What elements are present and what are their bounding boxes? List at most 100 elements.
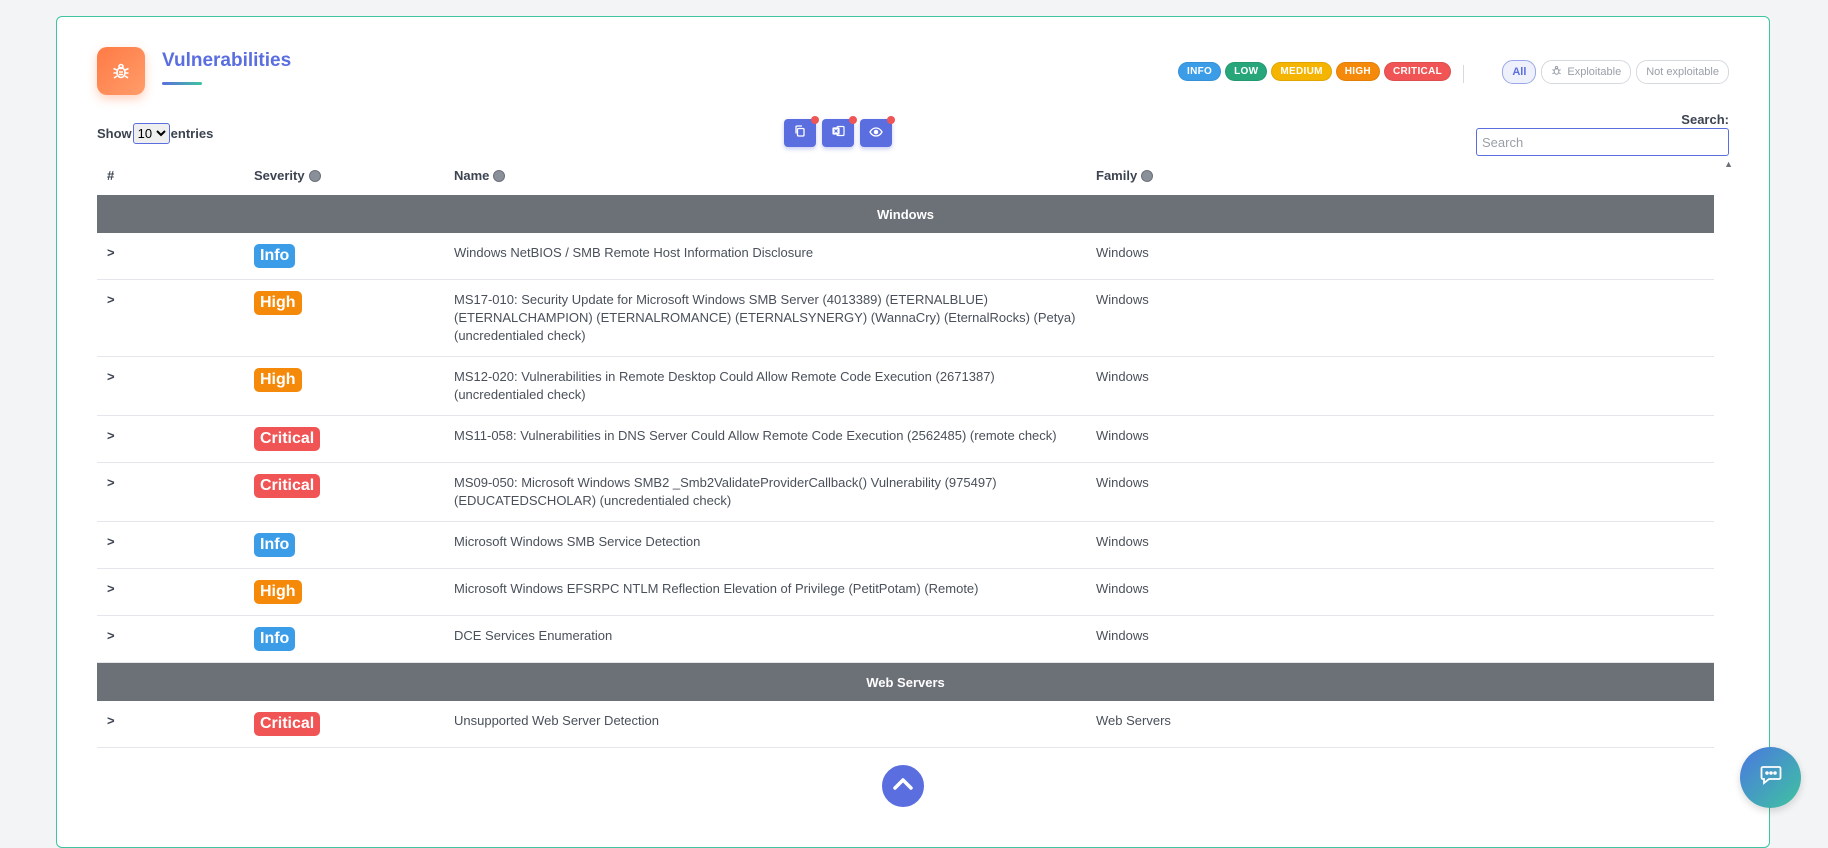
group-title: Windows [97,195,1714,233]
chat-icon [1760,765,1782,790]
eye-icon [869,124,883,142]
vulnerability-name: MS17-010: Security Update for Microsoft … [444,279,1086,357]
severity-badge: Info [254,627,296,651]
severity-badge: Info [254,244,296,268]
filter-all[interactable]: All [1502,60,1537,84]
chevron-right-icon[interactable]: > [107,713,115,728]
group-row-web-servers: Web Servers [97,662,1714,701]
table-row: > Critical Unsupported Web Server Detect… [97,701,1714,748]
column-index[interactable]: # [97,155,244,195]
excel-notification-dot [849,116,857,124]
help-icon[interactable] [308,170,321,183]
severity-badge: Info [254,533,296,557]
vulnerability-name: Unsupported Web Server Detection [444,701,1086,748]
chevron-right-icon[interactable]: > [107,245,115,260]
table-row: > High MS12-020: Vulnerabilities in Remo… [97,356,1714,416]
help-icon[interactable] [1141,170,1154,183]
group-row-windows: Windows [97,195,1714,233]
vulnerability-name: DCE Services Enumeration [444,615,1086,663]
column-severity-label: Severity [254,167,305,183]
vulnerability-family: Windows [1086,233,1714,280]
entries-label: entries [170,126,214,141]
vulnerability-family: Windows [1086,415,1714,463]
sort-up-icon[interactable]: ▲ [1724,159,1733,169]
exploit-filter-group: All Exploitable Not exploitable [1502,60,1729,84]
view-notification-dot [887,116,895,124]
filter-info[interactable]: INFO [1178,62,1222,81]
filter-low[interactable]: LOW [1225,62,1268,81]
search-label: Search: [1681,112,1729,127]
severity-badge: Critical [254,712,321,736]
filter-exploitable[interactable]: Exploitable [1541,60,1632,84]
severity-filter-group: INFO LOW MEDIUM HIGH CRITICAL [1178,62,1451,81]
chevron-up-icon [892,777,914,796]
filter-high[interactable]: HIGH [1335,62,1380,81]
chevron-right-icon[interactable]: > [107,475,115,490]
vulnerability-family: Windows [1086,279,1714,357]
chevron-right-icon[interactable]: > [107,628,115,643]
scroll-to-top-button[interactable] [879,762,927,810]
export-toolbar [784,116,895,147]
excel-icon [831,124,845,142]
bug-small-icon [1551,65,1562,79]
table-row: > Critical MS09-050: Microsoft Windows S… [97,462,1714,522]
page-title: Vulnerabilities [162,50,292,71]
column-family-label: Family [1096,167,1138,183]
table-row: > Info Microsoft Windows SMB Service Det… [97,521,1714,569]
chevron-right-icon[interactable]: > [107,581,115,596]
chevron-right-icon[interactable]: > [107,428,115,443]
vulnerability-name: Windows NetBIOS / SMB Remote Host Inform… [444,233,1086,280]
copy-button[interactable] [784,116,819,147]
vulnerability-name: MS09-050: Microsoft Windows SMB2 _Smb2Va… [444,462,1086,522]
title-underline [162,82,202,85]
vulnerability-family: Windows [1086,356,1714,416]
filter-divider [1463,65,1464,83]
table-row: > High MS17-010: Security Update for Mic… [97,279,1714,357]
vulnerability-family: Windows [1086,521,1714,569]
filter-critical[interactable]: CRITICAL [1383,62,1451,81]
group-title: Web Servers [97,662,1714,701]
search-input[interactable] [1476,128,1729,156]
copy-icon [794,124,806,142]
column-family[interactable]: Family [1086,155,1714,195]
vulnerability-name: Microsoft Windows EFSRPC NTLM Reflection… [444,568,1086,616]
chevron-right-icon[interactable]: > [107,369,115,384]
show-label: Show [97,126,132,141]
severity-badge: Critical [254,427,321,451]
severity-badge: Critical [254,474,321,498]
bug-icon [97,47,145,95]
chevron-right-icon[interactable]: > [107,534,115,549]
chat-button[interactable] [1740,747,1801,808]
excel-export-button[interactable] [822,116,857,147]
vulnerability-family: Windows [1086,615,1714,663]
vulnerabilities-card: Vulnerabilities INFO LOW MEDIUM HIGH CRI… [56,16,1770,848]
copy-notification-dot [811,116,819,124]
column-visibility-button[interactable] [860,116,895,147]
table-row: > Info Windows NetBIOS / SMB Remote Host… [97,233,1714,280]
help-icon[interactable] [493,170,506,183]
page-size-select[interactable]: 10 [132,123,170,144]
table-row: > High Microsoft Windows EFSRPC NTLM Ref… [97,568,1714,616]
vulnerability-name: MS11-058: Vulnerabilities in DNS Server … [444,415,1086,463]
table-row: > Critical MS11-058: Vulnerabilities in … [97,415,1714,463]
vulnerability-name: Microsoft Windows SMB Service Detection [444,521,1086,569]
column-name-label: Name [454,167,490,183]
vulnerability-family: Web Servers [1086,701,1714,748]
filter-exploitable-label: Exploitable [1567,66,1622,78]
chevron-right-icon[interactable]: > [107,292,115,307]
column-severity[interactable]: Severity [244,155,444,195]
filter-medium[interactable]: MEDIUM [1271,62,1332,81]
vulnerability-name: MS12-020: Vulnerabilities in Remote Desk… [444,356,1086,416]
severity-badge: High [254,368,302,392]
column-index-label: # [107,167,115,183]
filter-not-exploitable[interactable]: Not exploitable [1636,60,1729,84]
severity-badge: High [254,291,302,315]
table-header-row: # Severity Name Family [97,155,1714,195]
vulnerabilities-table: # Severity Name Family Windows > Info Wi… [97,155,1714,748]
column-name[interactable]: Name [444,155,1086,195]
vulnerability-family: Windows [1086,568,1714,616]
table-row: > Info DCE Services Enumeration Windows [97,615,1714,663]
page-size-control: Show 10 entries [97,123,213,144]
vulnerability-family: Windows [1086,462,1714,522]
severity-badge: High [254,580,302,604]
